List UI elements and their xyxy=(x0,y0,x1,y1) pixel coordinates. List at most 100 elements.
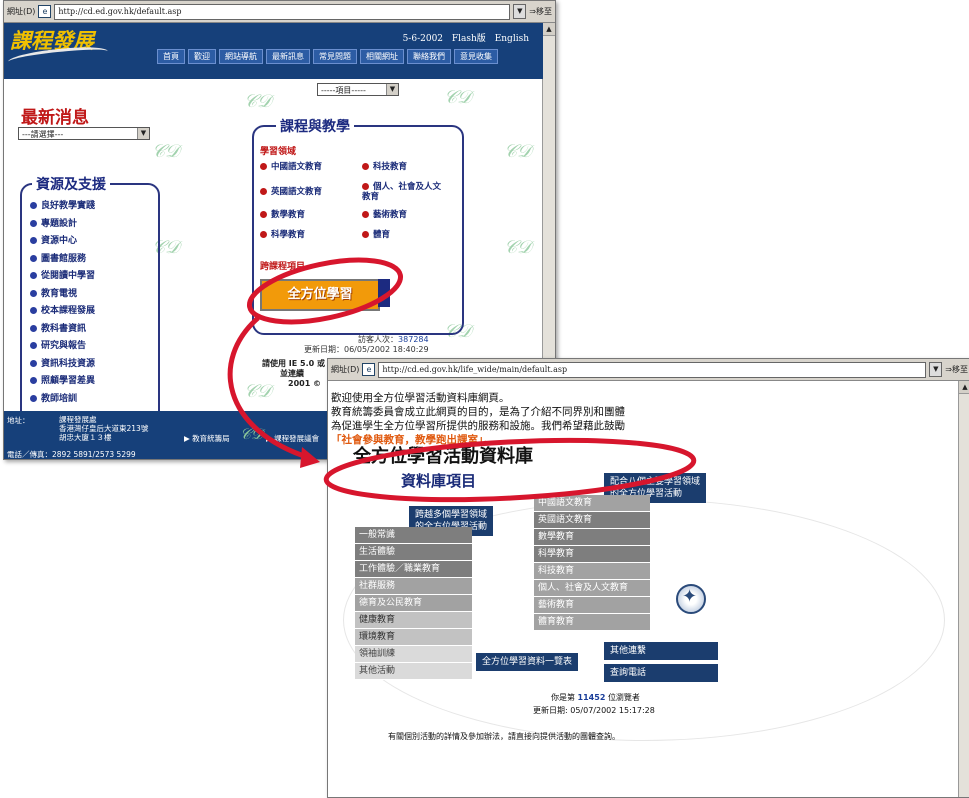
news-title: 最新消息 xyxy=(21,108,89,128)
address-line: 課程發展處 xyxy=(59,415,97,424)
visitor-counter: 你是第 11452 位瀏覽者 xyxy=(551,693,640,702)
kla-heading: 學習領域 xyxy=(260,147,297,157)
kla-item[interactable]: 體育教育 xyxy=(534,614,650,631)
url-dropdown-icon[interactable]: ▼ xyxy=(513,4,527,19)
bullet-icon xyxy=(362,163,369,170)
kla-link[interactable]: 數學教育 xyxy=(260,210,305,220)
resource-item[interactable]: 研究與報告 xyxy=(30,338,95,356)
nav-news[interactable]: 最新訊息 xyxy=(266,49,310,64)
resource-item[interactable]: 教育電視 xyxy=(30,286,95,304)
bullet-icon xyxy=(30,272,37,279)
url-input[interactable]: http://cd.ed.gov.hk/life_wide/main/defau… xyxy=(378,361,927,378)
bullet-icon xyxy=(30,219,37,227)
kla-item[interactable]: 英國語文教育 xyxy=(534,512,650,529)
kla-item[interactable]: 科技教育 xyxy=(534,563,650,580)
update-date: 更新日期：06/05/2002 18:40:29 xyxy=(304,345,429,354)
kla-item[interactable]: 藝術教育 xyxy=(534,597,650,614)
kla-link[interactable]: 科技教育 xyxy=(362,162,407,172)
bullet-icon xyxy=(260,163,267,170)
nav-sitemap[interactable]: 網站導航 xyxy=(219,49,263,64)
go-button[interactable]: ⇒移至 xyxy=(945,364,968,375)
chevron-down-icon[interactable]: ▼ xyxy=(137,128,149,139)
resource-item[interactable]: 資源中心 xyxy=(30,233,95,251)
url-dropdown-icon[interactable]: ▼ xyxy=(929,362,943,377)
bullet-icon xyxy=(362,231,369,238)
welcome-line: 歡迎使用全方位學習活動資料庫網頁。 xyxy=(331,392,510,404)
kla-link[interactable]: 科學教育 xyxy=(260,230,305,240)
bullet-icon xyxy=(30,307,37,314)
item-select-value: -----項目----- xyxy=(321,86,366,95)
resource-item[interactable]: 校本課程發展 xyxy=(30,303,95,321)
scroll-up-icon[interactable]: ▲ xyxy=(959,381,969,394)
nav-home[interactable]: 首頁 xyxy=(157,49,185,64)
news-select[interactable]: ---請選擇--- ▼ xyxy=(18,127,150,140)
resources-title: 資源及支援 xyxy=(32,174,110,194)
kla-item[interactable]: 個人、社會及人文教育 xyxy=(534,580,650,597)
nav-welcome[interactable]: 歡迎 xyxy=(188,49,216,64)
item-select[interactable]: -----項目----- ▼ xyxy=(317,83,399,96)
overview-button[interactable]: 全方位學習資料一覽表 xyxy=(476,653,579,671)
cross-item[interactable]: 健康教育 xyxy=(355,612,472,629)
enquiry-phone-button[interactable]: 查詢電話 xyxy=(604,664,718,682)
address-line: 胡忠大廈１３樓 xyxy=(59,433,112,442)
scroll-up-icon[interactable]: ▲ xyxy=(543,23,555,36)
cross-item[interactable]: 社群服務 xyxy=(355,578,472,595)
footer-address-label: 地址： xyxy=(7,416,30,425)
address-label: 網址(D) xyxy=(331,365,360,374)
nav-feedback[interactable]: 意見收集 xyxy=(454,49,498,64)
curriculum-title: 課程與教學 xyxy=(276,116,354,136)
kla-link[interactable]: 英國語文教育 xyxy=(260,187,322,197)
nav-links[interactable]: 相關網址 xyxy=(360,49,404,64)
resource-item[interactable]: 良好教學實踐 xyxy=(30,198,95,216)
kla-link[interactable]: 體育 xyxy=(362,230,390,240)
kla-link[interactable]: 藝術教育 xyxy=(362,210,407,220)
cross-item[interactable]: 環境教育 xyxy=(355,629,472,646)
kla-link[interactable]: 個人、社會及人文教育 xyxy=(362,182,448,202)
cross-item[interactable]: 生活體驗 xyxy=(355,544,472,561)
resource-item[interactable]: 專題設計 xyxy=(30,216,95,234)
kla-link[interactable]: 中國語文教育 xyxy=(260,162,322,172)
support-line: 2001 © xyxy=(288,379,322,388)
resource-item[interactable]: 教師培訓 xyxy=(30,391,95,409)
bullet-icon xyxy=(30,394,37,402)
cross-item[interactable]: 德育及公民教育 xyxy=(355,595,472,612)
cross-item[interactable]: 工作體驗／職業教育 xyxy=(355,561,472,578)
all-round-learning-button[interactable]: 全方位學習 xyxy=(260,279,380,311)
resource-item[interactable]: 圖書館服務 xyxy=(30,251,95,269)
browser-window-lifewide: 網址(D) e http://cd.ed.gov.hk/life_wide/ma… xyxy=(327,358,969,798)
visitor-info: 訪客人次：387284 更新日期：06/05/2002 18:40:29 xyxy=(304,335,429,355)
cd-watermark-icon: 𝒞𝒟 xyxy=(152,141,180,162)
address-bar: 網址(D) e http://cd.ed.gov.hk/life_wide/ma… xyxy=(328,359,969,381)
english-link[interactable]: English xyxy=(495,34,529,44)
bullet-icon xyxy=(30,237,37,244)
nav-contact[interactable]: 聯絡我們 xyxy=(407,49,451,64)
cross-item[interactable]: 其他活動 xyxy=(355,663,472,680)
resource-item[interactable]: 資訊科技資源 xyxy=(30,356,95,374)
news-select-value: ---請選擇--- xyxy=(22,130,64,139)
url-input[interactable]: http://cd.ed.gov.hk/default.asp xyxy=(54,3,511,20)
address-bar: 網址(D) e http://cd.ed.gov.hk/default.asp … xyxy=(4,1,555,23)
footer-address: 課程發展處 香港灣仔皇后大道東213號 胡忠大廈１３樓 xyxy=(59,415,148,442)
flash-link[interactable]: Flash版 xyxy=(452,34,486,44)
kla-item[interactable]: 數學教育 xyxy=(534,529,650,546)
support-line: 並連續 xyxy=(280,369,304,378)
vertical-scrollbar[interactable]: ▲ xyxy=(958,381,969,797)
resource-item[interactable]: 從閱讀中學習 xyxy=(30,268,95,286)
cross-item[interactable]: 領袖訓練 xyxy=(355,646,472,663)
address-line: 香港灣仔皇后大道東213號 xyxy=(59,424,149,433)
footer-link-cdc[interactable]: ▶ 課程發展議會 xyxy=(266,433,319,444)
bullet-icon xyxy=(30,254,37,262)
cd-watermark-icon: 𝒞𝒟 xyxy=(244,91,272,112)
kla-item[interactable]: 中國語文教育 xyxy=(534,495,650,512)
database-subtitle: 資料庫項目 xyxy=(401,472,477,490)
resource-item[interactable]: 照顧學習差異 xyxy=(30,373,95,391)
go-button[interactable]: ⇒移至 xyxy=(529,6,552,17)
kla-item[interactable]: 科學教育 xyxy=(534,546,650,563)
chevron-down-icon[interactable]: ▼ xyxy=(386,84,398,95)
welcome-line: 為促進學生全方位學習所提供的服務和設施。我們希望藉此鼓勵 xyxy=(331,420,625,432)
other-links-button[interactable]: 其他連繫 xyxy=(604,642,718,660)
nav-faq[interactable]: 常見問題 xyxy=(313,49,357,64)
resource-item[interactable]: 教科書資訊 xyxy=(30,321,95,339)
footer-link-emb[interactable]: ▶ 教育統籌局 xyxy=(184,433,230,444)
cross-item[interactable]: 一般常識 xyxy=(355,527,472,544)
